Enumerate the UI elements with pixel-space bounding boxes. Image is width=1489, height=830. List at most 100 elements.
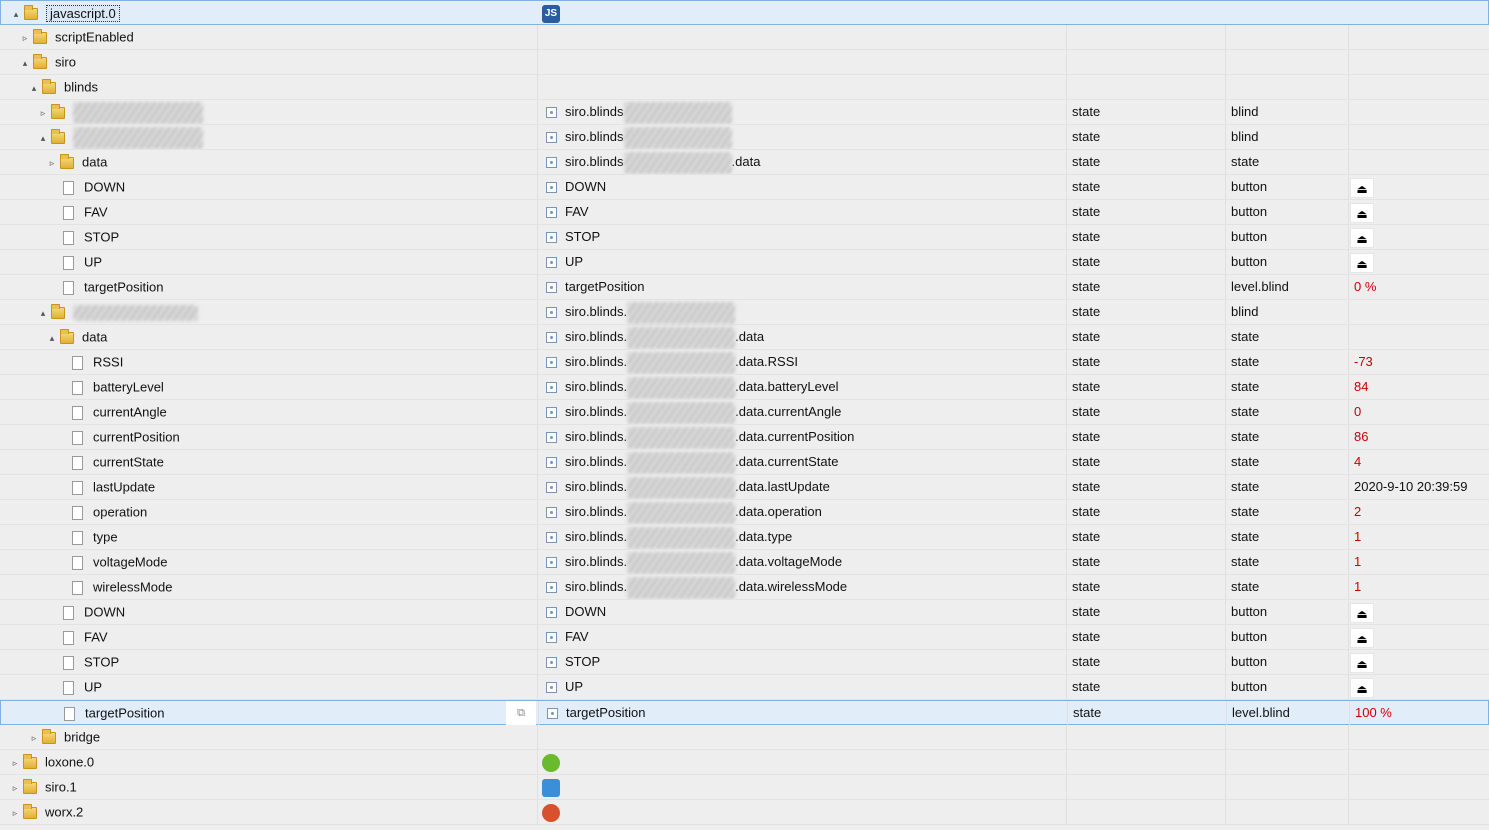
- object-value[interactable]: 1: [1349, 529, 1361, 544]
- folder-icon: [60, 328, 74, 344]
- trigger-button[interactable]: ⏏: [1350, 627, 1374, 648]
- row-name: voltageMode: [93, 554, 168, 570]
- object-id: siro.blinds: [565, 154, 624, 169]
- object-id-suffix: .data.operation: [735, 504, 822, 519]
- tree-row-batteryLevel[interactable]: batteryLevel siro.blinds. .data.batteryLe…: [0, 375, 1489, 400]
- object-role: button: [1231, 179, 1268, 194]
- trigger-button[interactable]: ⏏: [1350, 227, 1374, 248]
- tree-row-blind-device[interactable]: ▴ siro.blinds state blind: [0, 125, 1489, 150]
- object-role: state: [1231, 379, 1260, 394]
- object-value[interactable]: 1: [1349, 579, 1361, 594]
- trigger-button[interactable]: ⏏: [1350, 202, 1374, 223]
- loxone-adapter-icon: [542, 753, 560, 772]
- collapse-toggle[interactable]: ▹: [20, 26, 30, 49]
- object-value[interactable]: 0 %: [1349, 279, 1376, 294]
- object-value[interactable]: 1: [1349, 554, 1361, 569]
- tree-row-UP[interactable]: UP UP state button ⏏: [0, 250, 1489, 275]
- object-id: siro.blinds.: [565, 404, 628, 419]
- tree-row-data[interactable]: ▹ data siro.blinds .data state state: [0, 150, 1489, 175]
- tree-row-type[interactable]: type siro.blinds. .data.type state state …: [0, 525, 1489, 550]
- tree-row-data[interactable]: ▴ data siro.blinds. .data state state: [0, 325, 1489, 350]
- object-id: targetPosition: [566, 705, 646, 720]
- redacted-id: [627, 351, 736, 374]
- row-name: STOP: [84, 229, 120, 245]
- tree-row-currentPosition[interactable]: currentPosition siro.blinds. .data.curren…: [0, 425, 1489, 450]
- folder-icon: [42, 78, 56, 94]
- trigger-button[interactable]: ⏏: [1350, 677, 1374, 698]
- expand-toggle[interactable]: ▴: [11, 2, 21, 25]
- object-type: state: [1072, 129, 1101, 144]
- folder-icon: [23, 803, 37, 819]
- object-value[interactable]: 100 %: [1350, 705, 1392, 720]
- collapse-toggle[interactable]: ▹: [10, 751, 20, 774]
- trigger-button[interactable]: ⏏: [1350, 177, 1374, 198]
- tree-row-scriptEnabled[interactable]: ▹ scriptEnabled: [0, 25, 1489, 50]
- expand-toggle[interactable]: ▴: [29, 76, 39, 99]
- object-id: siro.blinds.: [565, 504, 628, 519]
- tree-row-STOP[interactable]: STOP STOP state button ⏏: [0, 225, 1489, 250]
- tree-row-UP[interactable]: UP UP state button ⏏: [0, 675, 1489, 700]
- file-icon: [64, 706, 75, 721]
- tree-row-DOWN[interactable]: DOWN DOWN state button ⏏: [0, 175, 1489, 200]
- tree-row-RSSI[interactable]: RSSI siro.blinds. .data.RSSI state state …: [0, 350, 1489, 375]
- tree-row-currentAngle[interactable]: currentAngle siro.blinds. .data.currentAn…: [0, 400, 1489, 425]
- tree-row-worx-2[interactable]: ▹ worx.2: [0, 800, 1489, 825]
- tree-row-blind-device[interactable]: ▴ siro.blinds. state blind: [0, 300, 1489, 325]
- collapse-toggle[interactable]: ▹: [10, 801, 20, 824]
- expand-toggle[interactable]: ▴: [47, 326, 57, 349]
- file-icon: [72, 505, 83, 520]
- state-icon: [546, 557, 557, 569]
- collapse-toggle[interactable]: ▹: [10, 776, 20, 799]
- tree-row-targetPosition-selected[interactable]: targetPosition ⧉ targetPosition state le…: [0, 700, 1489, 725]
- object-value[interactable]: 4: [1349, 454, 1361, 469]
- tree-row-operation[interactable]: operation siro.blinds. .data.operation st…: [0, 500, 1489, 525]
- tree-row-loxone-0[interactable]: ▹ loxone.0: [0, 750, 1489, 775]
- object-id: FAV: [565, 629, 589, 644]
- collapse-toggle[interactable]: ▹: [38, 101, 48, 124]
- tree-row-bridge[interactable]: ▹ bridge: [0, 725, 1489, 750]
- tree-row-currentState[interactable]: currentState siro.blinds. .data.currentSt…: [0, 450, 1489, 475]
- object-value[interactable]: 2020-9-10 20:39:59: [1349, 479, 1467, 494]
- tree-row-siro-1[interactable]: ▹ siro.1: [0, 775, 1489, 800]
- object-type: state: [1072, 354, 1101, 369]
- object-value[interactable]: 0: [1349, 404, 1361, 419]
- trigger-button[interactable]: ⏏: [1350, 652, 1374, 673]
- tree-row-FAV[interactable]: FAV FAV state button ⏏: [0, 200, 1489, 225]
- tree-row-blind-device[interactable]: ▹ siro.blinds state blind: [0, 100, 1489, 125]
- object-role: level.blind: [1232, 705, 1290, 720]
- tree-row-DOWN[interactable]: DOWN DOWN state button ⏏: [0, 600, 1489, 625]
- trigger-button[interactable]: ⏏: [1350, 252, 1374, 273]
- tree-row-FAV[interactable]: FAV FAV state button ⏏: [0, 625, 1489, 650]
- object-id: siro.blinds.: [565, 554, 628, 569]
- tree-row-voltageMode[interactable]: voltageMode siro.blinds. .data.voltageMod…: [0, 550, 1489, 575]
- object-value[interactable]: 86: [1349, 429, 1368, 444]
- redacted-id: [627, 551, 736, 574]
- tree-row-wirelessMode[interactable]: wirelessMode siro.blinds. .data.wirelessM…: [0, 575, 1489, 600]
- object-value[interactable]: -73: [1349, 354, 1373, 369]
- expand-toggle[interactable]: ▴: [38, 126, 48, 149]
- tree-row-STOP[interactable]: STOP STOP state button ⏏: [0, 650, 1489, 675]
- tree-row-javascript-0[interactable]: ▴ javascript.0 JS: [0, 0, 1489, 25]
- copy-icon[interactable]: ⧉: [506, 701, 536, 725]
- tree-row-lastUpdate[interactable]: lastUpdate siro.blinds. .data.lastUpdate …: [0, 475, 1489, 500]
- folder-icon: [24, 4, 38, 20]
- tree-row-targetPosition[interactable]: targetPosition targetPosition state leve…: [0, 275, 1489, 300]
- tree-row-siro[interactable]: ▴ siro: [0, 50, 1489, 75]
- trigger-button[interactable]: ⏏: [1350, 602, 1374, 623]
- object-id: siro.blinds.: [565, 529, 628, 544]
- row-name: RSSI: [93, 354, 124, 370]
- object-id-suffix: .data.voltageMode: [735, 554, 843, 569]
- file-icon: [72, 455, 83, 470]
- object-value[interactable]: 84: [1349, 379, 1368, 394]
- collapse-toggle[interactable]: ▹: [29, 726, 39, 749]
- tree-row-blinds[interactable]: ▴ blinds: [0, 75, 1489, 100]
- row-name: data: [82, 329, 108, 345]
- expand-toggle[interactable]: ▴: [38, 301, 48, 324]
- object-type: state: [1072, 179, 1101, 194]
- object-value[interactable]: 2: [1349, 504, 1361, 519]
- state-icon: [546, 582, 557, 594]
- expand-toggle[interactable]: ▴: [20, 51, 30, 74]
- collapse-toggle[interactable]: ▹: [47, 151, 57, 174]
- state-icon: [546, 657, 557, 669]
- object-id: FAV: [565, 204, 589, 219]
